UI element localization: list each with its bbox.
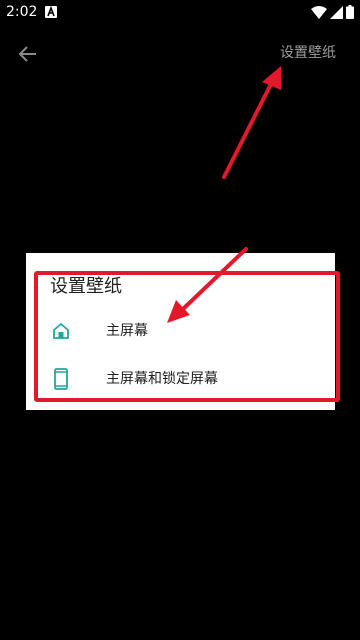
battery-icon: [346, 5, 354, 19]
option-home-and-lock-screen[interactable]: 主屏幕和锁定屏幕: [26, 355, 335, 403]
status-bar: 2:02: [0, 0, 360, 24]
option-label: 主屏幕: [106, 323, 148, 339]
status-time: 2:02: [6, 4, 38, 20]
status-icons: [311, 5, 354, 19]
wifi-icon: [311, 5, 327, 19]
back-button[interactable]: [14, 40, 42, 68]
arrow-left-icon: [18, 46, 36, 62]
option-label: 主屏幕和锁定屏幕: [106, 371, 218, 387]
dialog-title: 设置壁纸: [50, 276, 122, 297]
annotation-arrow-top: [222, 66, 281, 179]
phone-icon: [54, 368, 68, 390]
set-wallpaper-button[interactable]: 设置壁纸: [280, 43, 336, 63]
a-letter-icon: [45, 6, 57, 18]
signal-icon: [330, 5, 343, 19]
option-home-screen[interactable]: 主屏幕: [26, 307, 335, 355]
home-icon: [53, 322, 69, 339]
set-wallpaper-dialog: 设置壁纸 主屏幕 主屏幕和锁定屏幕: [26, 253, 335, 410]
